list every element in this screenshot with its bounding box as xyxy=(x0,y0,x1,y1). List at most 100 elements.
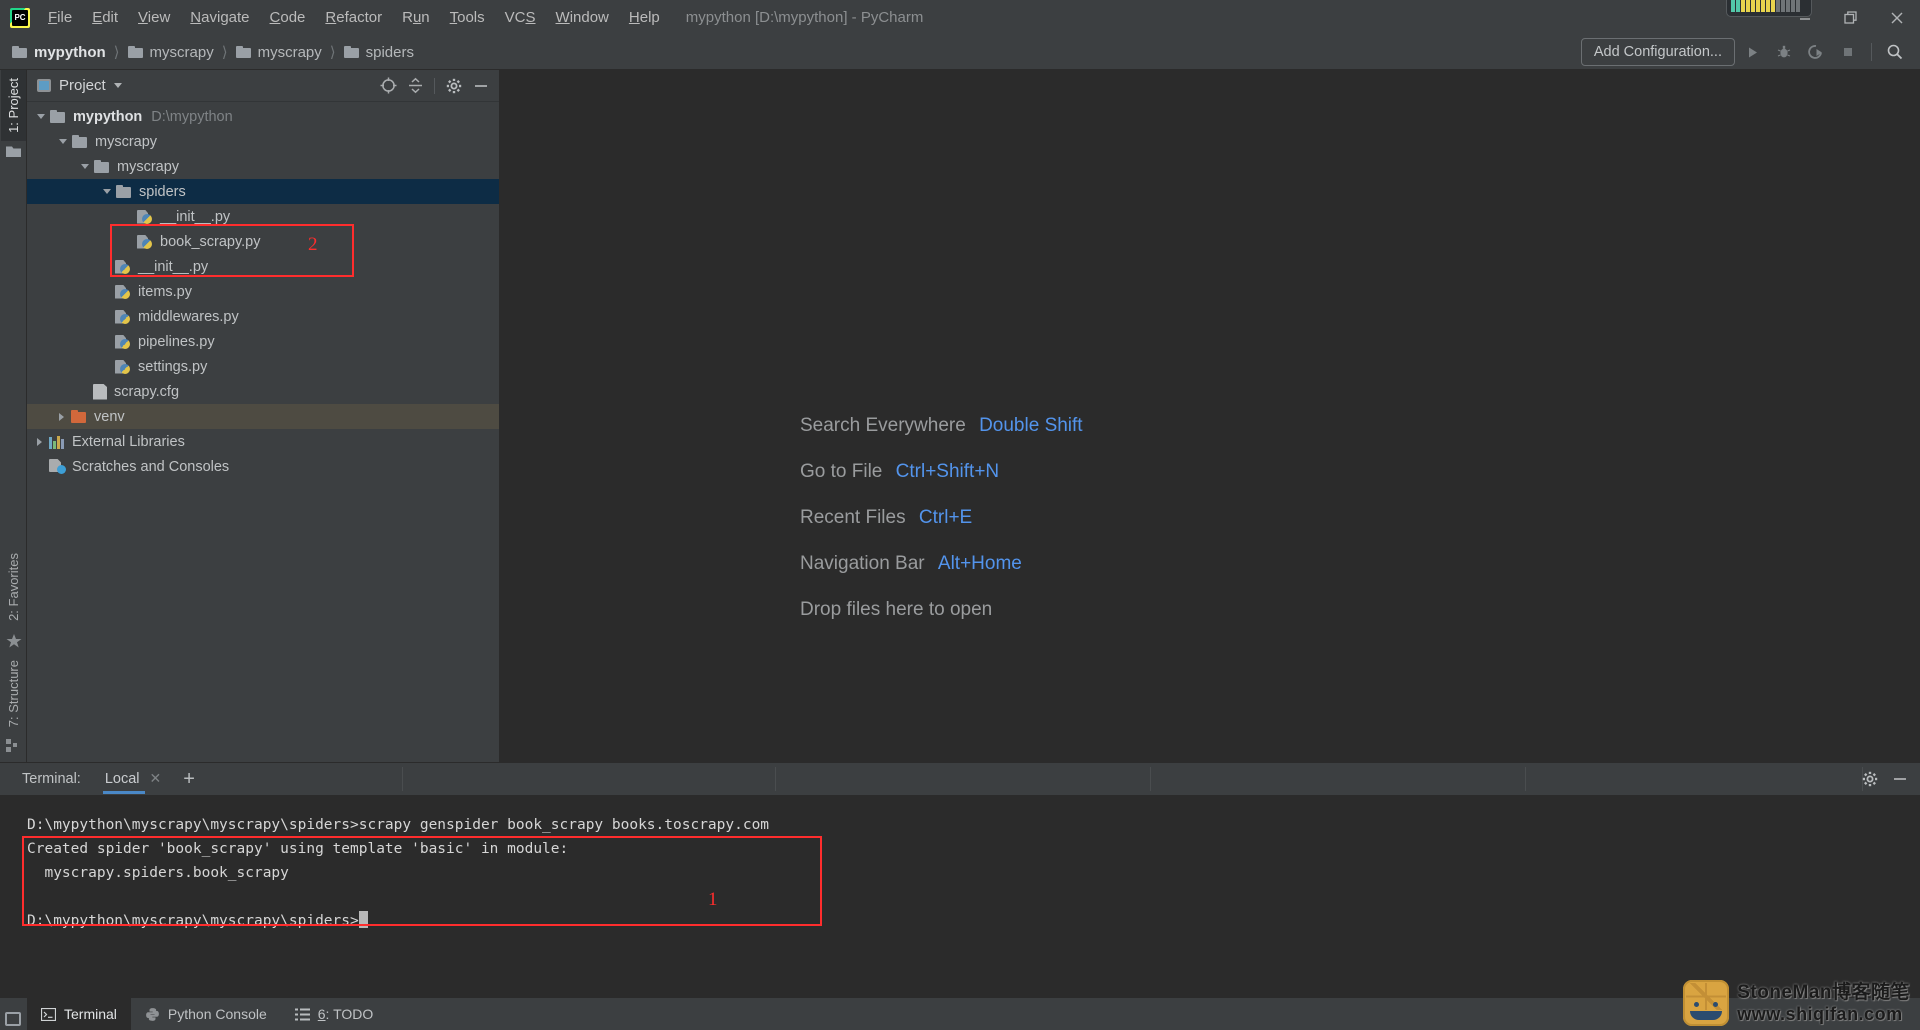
tree-row-middlewares[interactable]: middlewares.py xyxy=(27,304,499,329)
folder-icon xyxy=(50,110,66,123)
chevron-collapsed-icon[interactable] xyxy=(37,437,43,446)
status-tab-python-console[interactable]: Python Console xyxy=(131,998,281,1030)
menu-item-tools[interactable]: Tools xyxy=(440,6,495,29)
folder-icon xyxy=(94,160,110,173)
run-with-coverage-icon[interactable] xyxy=(1801,38,1831,66)
scratches-icon xyxy=(49,459,66,474)
terminal-prompt-text: D:\mypython\myscrapy\myscrapy\spiders> xyxy=(27,913,359,929)
terminal-label: Terminal: xyxy=(22,771,81,787)
project-tree[interactable]: mypython D:\mypython myscrapy myscrapy s xyxy=(27,102,499,762)
terminal-header-actions xyxy=(1858,767,1912,791)
maximize-restore-icon[interactable] xyxy=(1828,0,1874,35)
chevron-collapsed-icon[interactable] xyxy=(59,412,65,421)
breadcrumb-separator: ⟩ xyxy=(329,44,336,61)
tree-row-venv[interactable]: venv xyxy=(27,404,499,429)
tree-row-myscrapy-1[interactable]: myscrapy xyxy=(27,129,499,154)
menu-item-run[interactable]: Run xyxy=(392,6,440,29)
close-icon[interactable] xyxy=(1874,0,1920,35)
tree-row-external-libraries[interactable]: External Libraries xyxy=(27,429,499,454)
tree-row-init-spiders[interactable]: __init__.py xyxy=(27,204,499,229)
tree-label: scrapy.cfg xyxy=(114,383,180,400)
folder-icon-orange xyxy=(71,410,87,423)
tree-row-init-myscrapy[interactable]: __init__.py xyxy=(27,254,499,279)
tree-row-scrapy-cfg[interactable]: scrapy.cfg xyxy=(27,379,499,404)
menu-bar: File Edit View Navigate Code Refactor Ru… xyxy=(0,0,1920,35)
menu-item-window[interactable]: Window xyxy=(546,6,619,29)
tree-row-items[interactable]: items.py xyxy=(27,279,499,304)
terminal-line: D:\mypython\myscrapy\myscrapy\spiders>sc… xyxy=(27,817,770,833)
python-file-icon xyxy=(115,259,131,275)
sidebar-item-structure[interactable]: 7: Structure xyxy=(1,652,26,735)
status-tab-todo[interactable]: 6: TODO xyxy=(281,998,388,1030)
project-panel-title: Project xyxy=(59,77,106,94)
breadcrumb-label: mypython xyxy=(34,43,106,61)
tree-label: book_scrapy.py xyxy=(160,233,261,250)
tree-label: myscrapy xyxy=(117,158,180,175)
status-bar: Terminal Python Console 6: TODO StoneMan… xyxy=(0,980,1920,1030)
hint-go-to-file: Go to File Ctrl+Shift+N xyxy=(800,461,1083,483)
chevron-down-icon[interactable] xyxy=(113,83,122,88)
breadcrumb-separator: ⟩ xyxy=(221,44,228,61)
plus-icon[interactable]: + xyxy=(183,768,195,791)
menu-item-code[interactable]: Code xyxy=(260,6,316,29)
sidebar-item-project[interactable]: 1: Project xyxy=(0,70,26,141)
tree-label: middlewares.py xyxy=(138,308,239,325)
run-icon[interactable] xyxy=(1737,38,1767,66)
tree-row-myscrapy-2[interactable]: myscrapy xyxy=(27,154,499,179)
breadcrumb-separator: ⟩ xyxy=(113,44,120,61)
collapse-all-icon[interactable] xyxy=(403,74,427,98)
hide-panel-icon[interactable] xyxy=(469,74,493,98)
panel-divider xyxy=(434,77,435,94)
breadcrumb-spiders[interactable]: spiders xyxy=(343,44,414,61)
hide-panel-icon[interactable] xyxy=(1888,767,1912,791)
folder-icon xyxy=(127,46,143,58)
tree-label: settings.py xyxy=(138,358,208,375)
menu-item-navigate[interactable]: Navigate xyxy=(180,6,259,29)
navigation-bar: mypython ⟩ myscrapy ⟩ myscrapy ⟩ spiders… xyxy=(0,35,1920,70)
stop-icon[interactable] xyxy=(1833,38,1863,66)
menu-item-edit[interactable]: Edit xyxy=(82,6,128,29)
hint-label: Go to File xyxy=(800,461,883,482)
sidebar-item-favorites[interactable]: 2: Favorites xyxy=(1,545,26,629)
editor-area[interactable]: Search Everywhere Double Shift Go to Fil… xyxy=(500,70,1920,762)
menu-item-view[interactable]: View xyxy=(128,6,180,29)
python-file-icon xyxy=(137,209,153,225)
tree-row-mypython[interactable]: mypython D:\mypython xyxy=(27,104,499,129)
add-configuration-button[interactable]: Add Configuration... xyxy=(1580,38,1735,66)
annotation-number-2: 2 xyxy=(308,234,318,255)
breadcrumb-myscrapy-1[interactable]: myscrapy xyxy=(127,44,214,61)
folder-icon xyxy=(343,46,359,58)
gear-icon[interactable] xyxy=(1858,767,1882,791)
chevron-expanded-icon[interactable] xyxy=(81,164,89,169)
menu-item-vcs[interactable]: VCS xyxy=(495,6,546,29)
config-file-icon xyxy=(93,383,107,400)
layout-toggle-icon[interactable] xyxy=(5,1012,21,1026)
terminal-tab-local[interactable]: Local ✕ xyxy=(102,764,163,794)
python-file-icon xyxy=(137,234,153,250)
tree-row-book-scrapy[interactable]: book_scrapy.py xyxy=(27,229,499,254)
close-icon[interactable]: ✕ xyxy=(150,770,162,787)
terminal-header: Terminal: Local ✕ + xyxy=(0,762,1920,795)
tree-path-hint: D:\mypython xyxy=(151,108,233,125)
chevron-expanded-icon[interactable] xyxy=(103,189,111,194)
tree-label: myscrapy xyxy=(95,133,158,150)
pycharm-logo-icon xyxy=(10,7,30,28)
menu-item-help[interactable]: Help xyxy=(619,6,670,29)
tree-row-settings[interactable]: settings.py xyxy=(27,354,499,379)
terminal-output[interactable]: D:\mypython\myscrapy\myscrapy\spiders>sc… xyxy=(0,795,1920,997)
chevron-expanded-icon[interactable] xyxy=(37,114,45,119)
tree-row-scratches[interactable]: Scratches and Consoles xyxy=(27,454,499,479)
menu-item-file[interactable]: File xyxy=(38,6,82,29)
gear-icon[interactable] xyxy=(442,74,466,98)
status-tab-terminal[interactable]: Terminal xyxy=(27,997,131,1030)
menu-item-refactor[interactable]: Refactor xyxy=(315,6,392,29)
search-icon[interactable] xyxy=(1880,38,1910,66)
library-icon xyxy=(49,435,65,449)
breadcrumb-myscrapy-2[interactable]: myscrapy xyxy=(235,44,322,61)
scroll-from-source-icon[interactable] xyxy=(376,74,400,98)
tree-row-pipelines[interactable]: pipelines.py xyxy=(27,329,499,354)
debug-icon[interactable] xyxy=(1769,38,1799,66)
chevron-expanded-icon[interactable] xyxy=(59,139,67,144)
breadcrumb-mypython[interactable]: mypython xyxy=(12,44,106,61)
tree-row-spiders[interactable]: spiders xyxy=(27,179,499,204)
